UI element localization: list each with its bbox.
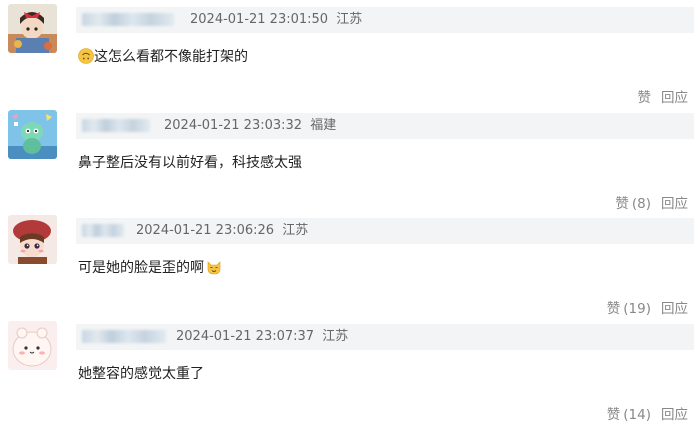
comment-body: 可是她的脸是歪的啊 xyxy=(78,260,204,276)
comment-body: 鼻子整后没有以前好看，科技感太强 xyxy=(78,155,302,171)
like-label: 赞 xyxy=(606,301,621,317)
like-label: 赞 xyxy=(606,407,621,423)
like-count: (19) xyxy=(623,301,651,317)
comment-item: 2024-01-21 23:01:50 江苏 这怎么看都不像能打架的 赞回应 xyxy=(0,4,700,110)
reply-button[interactable]: 回应 xyxy=(661,192,688,212)
avatar[interactable] xyxy=(8,321,57,370)
timestamp: 2024-01-21 23:01:50 xyxy=(190,12,329,27)
comment-actions: 赞 (14) 回应 xyxy=(607,403,688,423)
comment-meta: 2024-01-21 23:01:50 江苏 xyxy=(190,12,362,28)
avatar[interactable] xyxy=(8,110,57,159)
comment-body: 她整容的感觉太重了 xyxy=(78,366,204,382)
like-button[interactable]: 赞 (19) xyxy=(607,297,651,317)
timestamp: 2024-01-21 23:06:26 xyxy=(136,223,275,238)
avatar-image xyxy=(8,4,57,53)
username-blurred[interactable] xyxy=(82,224,124,237)
avatar[interactable] xyxy=(8,4,57,53)
like-button[interactable]: 赞 (14) xyxy=(607,403,651,423)
like-count: (8) xyxy=(631,196,651,212)
comment-text: 可是她的脸是歪的啊 xyxy=(78,258,222,278)
comment-meta: 2024-01-21 23:06:26 江苏 xyxy=(136,223,308,239)
avatar-image xyxy=(8,215,57,264)
username-blurred[interactable] xyxy=(82,330,166,343)
timestamp: 2024-01-21 23:03:32 xyxy=(164,118,303,133)
upside-down-face-emoji xyxy=(78,48,94,64)
like-label: 赞 xyxy=(615,196,629,212)
avatar[interactable] xyxy=(8,215,57,264)
comment-text: 她整容的感觉太重了 xyxy=(78,364,204,384)
ip-location: 江苏 xyxy=(322,329,349,344)
reply-button[interactable]: 回应 xyxy=(661,86,688,106)
comment-body: 这怎么看都不像能打架的 xyxy=(94,49,248,65)
reply-button[interactable]: 回应 xyxy=(661,297,688,317)
like-button[interactable]: 赞 xyxy=(638,86,652,106)
comment-item: 2024-01-21 23:06:26 江苏 可是她的脸是歪的啊 赞 (19) 回应 xyxy=(0,215,700,321)
cat-face-emoji xyxy=(207,261,221,275)
comment-actions: 赞 (19) 回应 xyxy=(607,297,688,317)
comment-text: 鼻子整后没有以前好看，科技感太强 xyxy=(78,153,302,173)
comment-actions: 赞回应 xyxy=(638,86,689,106)
comment-item: 2024-01-21 23:07:37 江苏 她整容的感觉太重了 赞 (14) 回应 xyxy=(0,321,700,427)
username-blurred[interactable] xyxy=(82,119,150,132)
like-count: (14) xyxy=(623,407,651,423)
comment-meta-bar: 2024-01-21 23:07:37 江苏 xyxy=(76,324,694,350)
comment-meta-bar: 2024-01-21 23:03:32 福建 xyxy=(76,113,694,139)
like-label: 赞 xyxy=(637,90,652,106)
reply-button[interactable]: 回应 xyxy=(661,403,688,423)
comment-meta-bar: 2024-01-21 23:06:26 江苏 xyxy=(76,218,694,244)
ip-location: 江苏 xyxy=(282,223,309,238)
timestamp: 2024-01-21 23:07:37 xyxy=(176,329,315,344)
ip-location: 福建 xyxy=(310,118,337,133)
comment-text: 这怎么看都不像能打架的 xyxy=(78,47,248,67)
ip-location: 江苏 xyxy=(336,12,363,27)
comment-actions: 赞 (8) 回应 xyxy=(615,192,688,212)
like-button[interactable]: 赞 (8) xyxy=(615,192,651,212)
avatar-image xyxy=(8,110,57,159)
username-blurred[interactable] xyxy=(82,13,174,26)
comment-meta: 2024-01-21 23:03:32 福建 xyxy=(164,118,336,134)
avatar-image xyxy=(8,321,57,370)
comment-meta-bar: 2024-01-21 23:01:50 江苏 xyxy=(76,7,694,33)
comment-meta: 2024-01-21 23:07:37 江苏 xyxy=(176,329,348,345)
comment-item: 2024-01-21 23:03:32 福建 鼻子整后没有以前好看，科技感太强 … xyxy=(0,110,700,216)
